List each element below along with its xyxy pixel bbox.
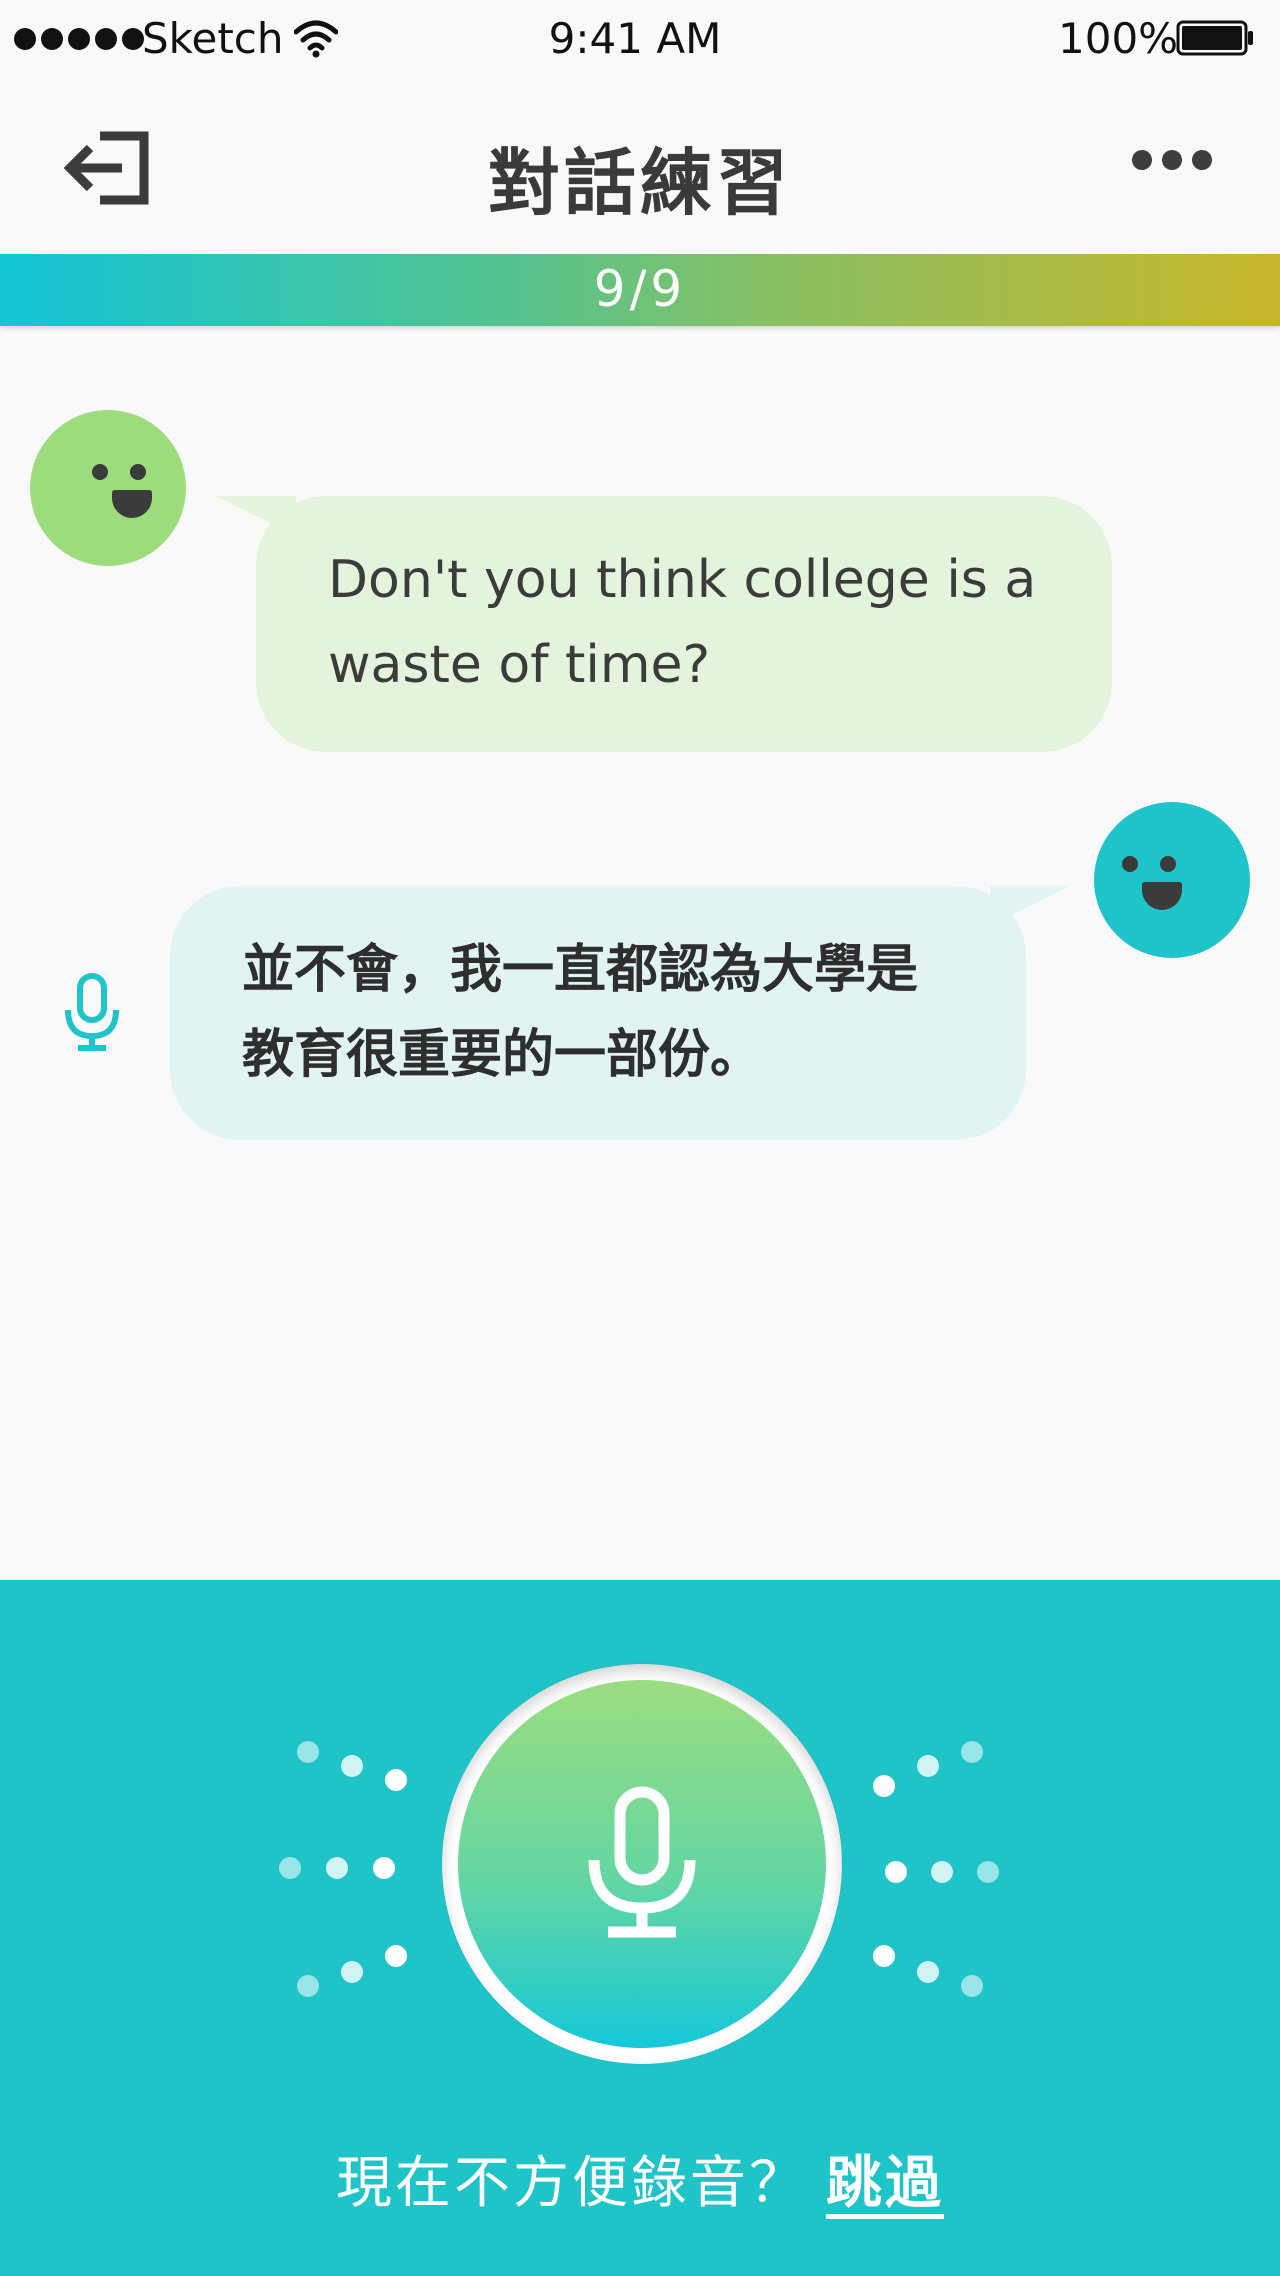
- bot-message-text: Don't you think college is a waste of ti…: [328, 550, 1037, 695]
- sound-wave-dot: [297, 1975, 319, 1997]
- sound-wave-dot: [341, 1755, 363, 1777]
- page-title: 對話練習: [487, 141, 792, 225]
- microphone-icon: [588, 1786, 696, 1938]
- skip-link[interactable]: 跳過: [826, 2151, 944, 2216]
- bot-message-bubble: Don't you think college is a waste of ti…: [256, 496, 1112, 752]
- sound-wave-dot: [373, 1857, 395, 1879]
- battery-percent: 100%: [1058, 14, 1179, 63]
- sound-wave-dot: [279, 1857, 301, 1879]
- sound-wave-dot: [385, 1769, 407, 1791]
- sound-wave-dot: [297, 1741, 319, 1763]
- user-avatar: [1094, 802, 1250, 958]
- microphone-icon[interactable]: [62, 972, 122, 1052]
- sound-wave-dot: [961, 1975, 983, 1997]
- status-bar: Sketch 9:41 AM 100%: [0, 0, 1280, 80]
- battery-icon: [1176, 20, 1253, 56]
- sound-wave-dot: [385, 1945, 407, 1967]
- sound-wave-dot: [917, 1755, 939, 1777]
- sound-wave-dot: [873, 1945, 895, 1967]
- sound-wave-dot: [873, 1775, 895, 1797]
- sound-wave-dot: [341, 1961, 363, 1983]
- sound-wave-dot: [326, 1857, 348, 1879]
- hint-text: 現在不方便錄音？: [336, 2151, 808, 2216]
- sound-wave-dot: [885, 1861, 907, 1883]
- user-message-bubble: 並不會，我一直都認為大學是教育很重要的一部份。: [170, 886, 1026, 1140]
- skip-hint: 現在不方便錄音？ 跳過: [0, 2138, 1280, 2219]
- user-message-text: 並不會，我一直都認為大學是教育很重要的一部份。: [242, 940, 919, 1085]
- sound-wave-dot: [917, 1961, 939, 1983]
- more-icon[interactable]: [1132, 150, 1212, 170]
- progress-bar: 9/9: [0, 254, 1280, 326]
- bot-avatar: [30, 410, 186, 566]
- sound-wave-dot: [961, 1741, 983, 1763]
- sound-wave-dot: [931, 1861, 953, 1883]
- progress-label: 9/9: [593, 260, 687, 318]
- sound-wave-dot: [977, 1861, 999, 1883]
